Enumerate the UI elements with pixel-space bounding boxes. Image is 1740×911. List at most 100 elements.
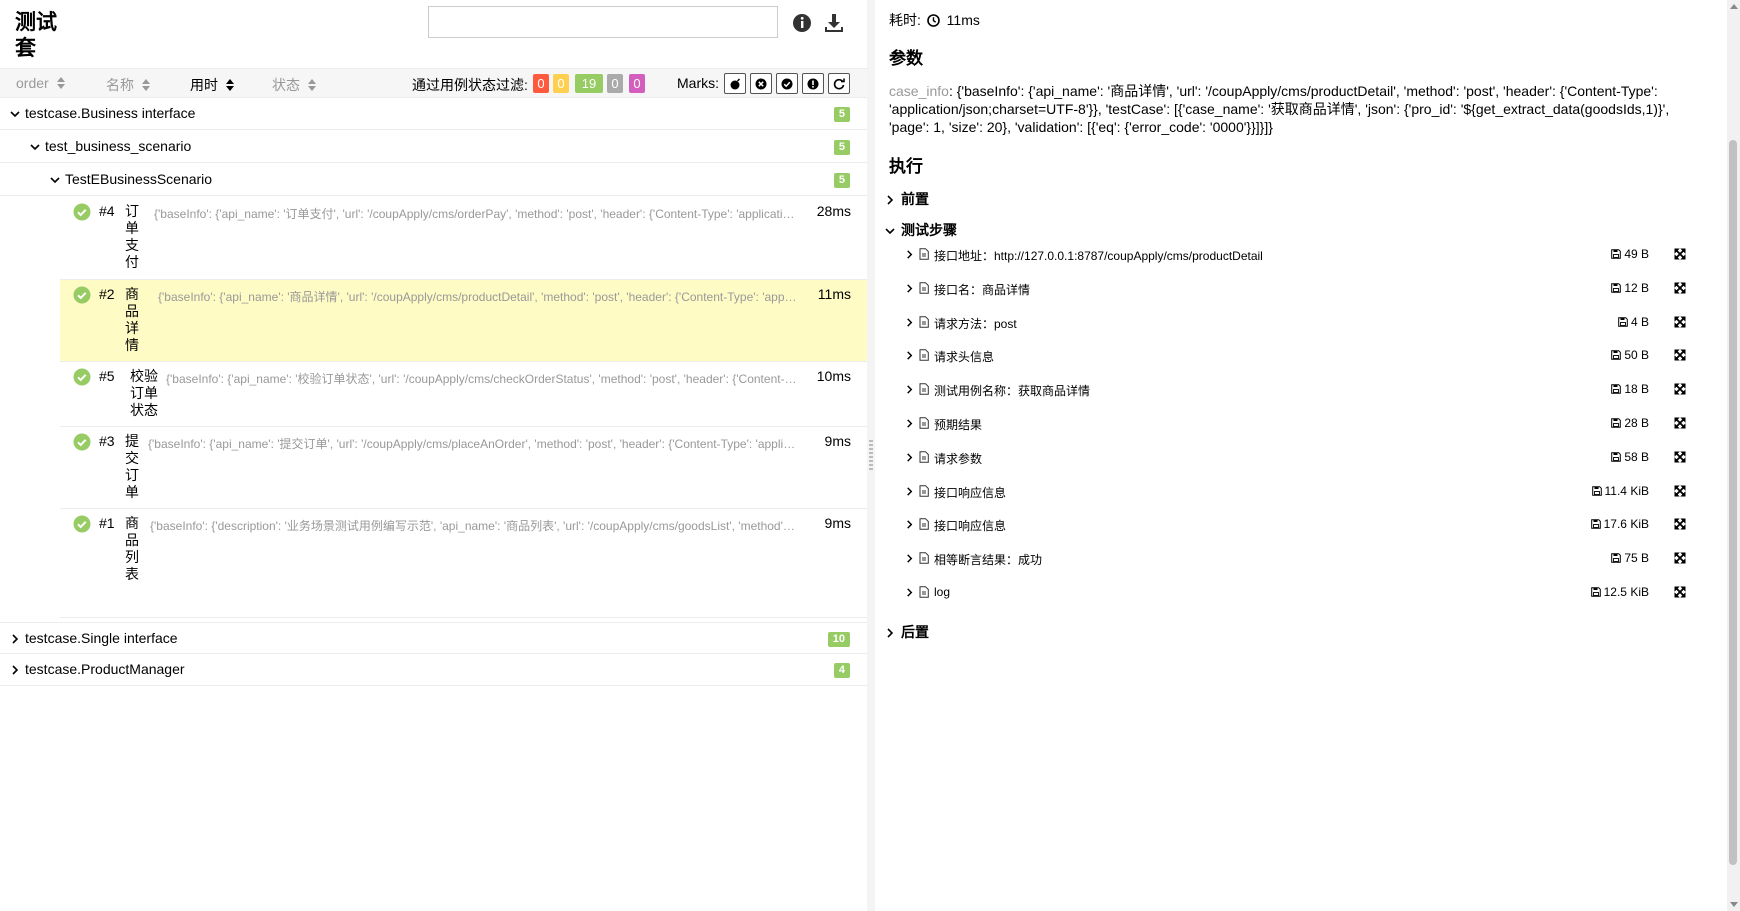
step-label: 接口地址：http://127.0.0.1:8787/coupApply/cms…	[934, 249, 1263, 263]
passed-check-icon	[73, 286, 91, 304]
file-text-icon	[919, 315, 929, 328]
test-case-row[interactable]: #2 商 品 详 情 {'baseInfo': {'api_name': '商品详情…	[60, 280, 867, 362]
retries-icon[interactable]	[828, 73, 850, 94]
sort-column-3[interactable]: 状态	[272, 75, 316, 95]
sort-filter-bar: order 名称 用时 状态 通过用例状态过滤: 0 0 19 0 0 Marks:	[0, 68, 867, 98]
step-row[interactable]: 接口地址：http://127.0.0.1:8787/coupApply/cms…	[905, 240, 1700, 270]
detail-scrollbar[interactable]	[1727, 0, 1740, 911]
expand-icon[interactable]	[1674, 282, 1686, 294]
attachment-size: 18 B	[1611, 382, 1649, 396]
attachment-size: 28 B	[1611, 416, 1649, 430]
case-duration: 11ms	[817, 286, 851, 302]
tree-group-label: testcase.ProductManager	[25, 661, 185, 677]
attachment-size: 58 B	[1611, 450, 1649, 464]
search-input[interactable]	[428, 6, 778, 38]
step-row[interactable]: 接口响应信息 17.6 KiB	[905, 510, 1700, 540]
step-label: log	[934, 585, 951, 599]
stage-setup[interactable]: 前置	[885, 189, 929, 209]
step-label: 请求方法：post	[934, 316, 1017, 331]
attachment-size-value: 58 B	[1624, 449, 1649, 464]
status-filter-unknown[interactable]: 0	[629, 74, 645, 93]
step-label: 请求头信息	[934, 350, 995, 365]
test-case-row[interactable]: #1 商 品 列 表 {'baseInfo': {'description': '业…	[60, 509, 867, 618]
status-filter-skipped[interactable]: 0	[607, 74, 623, 93]
new-passed-icon-glyph	[781, 78, 793, 89]
expand-icon[interactable]	[1674, 383, 1686, 395]
save-icon	[1590, 519, 1601, 530]
sort-column-2[interactable]: 用时	[190, 75, 234, 95]
chevron-right-icon	[907, 554, 913, 563]
case-number: #1	[99, 515, 115, 531]
expand-icon[interactable]	[1674, 315, 1686, 328]
expand-icon[interactable]	[1674, 417, 1686, 429]
scroll-up-arrow[interactable]	[1730, 4, 1738, 9]
tree-group-row[interactable]: testcase.Single interface 10	[0, 622, 867, 654]
new-failed-icon[interactable]	[750, 73, 772, 94]
case-name: 提 交 订 单	[125, 433, 139, 500]
case-name: 校验 订单 状态	[130, 368, 158, 418]
stage-teardown[interactable]: 后置	[885, 622, 929, 642]
expand-icon[interactable]	[1674, 552, 1686, 564]
scroll-down-arrow[interactable]	[1730, 902, 1738, 907]
splitter-grip[interactable]	[869, 440, 873, 470]
step-row[interactable]: 请求头信息 50 B	[905, 341, 1700, 371]
step-row[interactable]: log 12.5 KiB	[905, 578, 1700, 608]
save-icon	[1591, 485, 1602, 496]
new-broken-icon[interactable]	[802, 73, 824, 94]
chevron-down-icon	[885, 228, 895, 235]
stage-setup-label: 前置	[901, 191, 929, 207]
step-row[interactable]: 接口名：商品详情 12 B	[905, 274, 1700, 304]
status-filter-failed[interactable]: 0	[533, 74, 549, 93]
chevron-right-icon	[907, 453, 913, 462]
sort-column-1[interactable]: 名称	[106, 75, 150, 95]
step-row[interactable]: 请求方法：post 4 B	[905, 308, 1700, 338]
file-text-icon	[919, 417, 929, 429]
pane-splitter[interactable]	[867, 0, 875, 911]
report-app: 测试套 order 名称 用时 状态 通过用例状态过滤: 0 0 19 0 0 Marks: …	[0, 0, 1740, 911]
expand-icon[interactable]	[1674, 518, 1686, 531]
sort-column-label: 名称	[106, 77, 134, 93]
expand-icon[interactable]	[1674, 349, 1686, 362]
test-case-row[interactable]: #3 提 交 订 单 {'baseInfo': {'api_name': '提交订单…	[60, 427, 867, 509]
flaky-bomb-icon[interactable]	[724, 73, 746, 94]
tree-group-row[interactable]: test_business_scenario 5	[0, 131, 867, 163]
expand-icon[interactable]	[1674, 484, 1686, 497]
case-duration: 9ms	[824, 515, 851, 531]
tree-group-row[interactable]: TestEBusinessScenario 5	[0, 164, 867, 196]
stage-steps[interactable]: 测试步骤	[885, 220, 957, 240]
info-icon[interactable]	[791, 12, 813, 34]
chevron-right-icon	[907, 284, 913, 293]
expand-icon[interactable]	[1674, 451, 1686, 463]
step-row[interactable]: 测试用例名称：获取商品详情 18 B	[905, 375, 1700, 405]
tree-group-label: testcase.Single interface	[25, 630, 178, 646]
step-row[interactable]: 请求参数 58 B	[905, 443, 1700, 473]
step-row[interactable]: 接口响应信息 11.4 KiB	[905, 477, 1700, 507]
expand-icon[interactable]	[1674, 248, 1686, 260]
chevron-down-icon	[50, 177, 60, 184]
chevron-right-icon	[12, 665, 19, 675]
tree-group-row[interactable]: testcase.Business interface 5	[0, 98, 867, 130]
case-description: {'baseInfo': {'api_name': '校验订单状态', 'url…	[166, 372, 798, 386]
step-row[interactable]: 相等断言结果：成功 75 B	[905, 544, 1700, 574]
attachment-size: 75 B	[1611, 551, 1649, 565]
chevron-right-icon	[907, 317, 913, 327]
test-case-row[interactable]: #4 订 单 支 付 {'baseInfo': {'api_name': '订单支付…	[60, 197, 867, 280]
param-value: : {'baseInfo': {'api_name': '商品详情', 'url…	[889, 83, 1670, 135]
tree-group-row[interactable]: testcase.ProductManager 4	[0, 654, 867, 686]
new-passed-icon[interactable]	[776, 73, 798, 94]
status-filter-passed[interactable]: 19	[575, 74, 603, 93]
params-block: case_info: {'baseInfo': {'api_name': '商品…	[889, 82, 1704, 136]
file-text-icon	[919, 248, 929, 260]
status-filter-broken[interactable]: 0	[553, 74, 569, 93]
chevron-right-icon	[907, 250, 913, 259]
attachment-size-value: 4 B	[1630, 314, 1649, 329]
step-row[interactable]: 预期结果 28 B	[905, 409, 1700, 439]
step-label: 接口响应信息	[934, 485, 1007, 500]
download-icon[interactable]	[823, 12, 845, 34]
test-case-row[interactable]: #5 校验 订单 状态 {'baseInfo': {'api_name': '校验订…	[60, 362, 867, 427]
file-text-icon	[919, 552, 929, 564]
scroll-thumb[interactable]	[1729, 140, 1737, 865]
expand-icon[interactable]	[1674, 586, 1686, 598]
sort-arrows-icon	[56, 77, 65, 90]
sort-column-0[interactable]: order	[16, 75, 65, 91]
